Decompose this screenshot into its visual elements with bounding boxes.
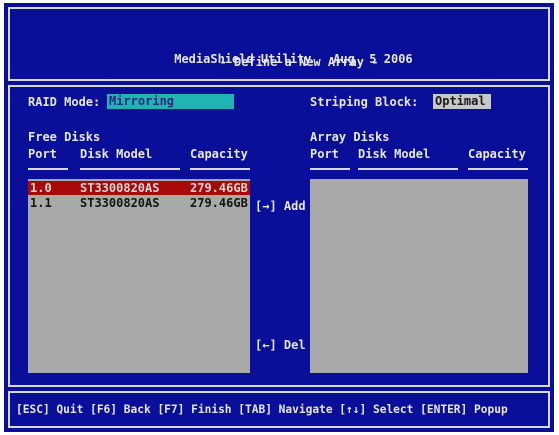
free-disk-row[interactable]: 1.0 ST3300820AS 279.46GB [28,181,250,195]
array-col-model: Disk Model [358,147,431,161]
bios-screen: MediaShield Utility Aug 5 2006 - Define … [4,3,554,432]
free-disks-list[interactable]: 1.0 ST3300820AS 279.46GB 1.1 ST3300820AS… [28,179,250,373]
free-col-capacity-underline [190,168,250,170]
raid-mode-label: RAID Mode: [28,95,101,109]
striping-block-select[interactable]: Optimal [433,94,491,109]
striping-block-label: Striping Block: [310,95,419,109]
array-disks-title: Array Disks [310,130,390,144]
footer-help: [ESC] Quit [F6] Back [F7] Finish [TAB] N… [16,403,508,416]
free-col-port: Port [28,147,57,161]
free-disk-row[interactable]: 1.1 ST3300820AS 279.46GB [28,196,250,210]
array-col-port-underline [310,168,350,170]
free-disk-capacity: 279.46GB [190,196,248,210]
free-col-model: Disk Model [80,147,153,161]
free-disks-title: Free Disks [28,130,101,144]
free-col-port-underline [28,168,68,170]
del-button[interactable]: [←] Del [255,338,306,352]
array-disks-list[interactable] [310,179,528,373]
raid-mode-select[interactable]: Mirroring [107,94,234,109]
array-col-capacity-underline [468,168,528,170]
free-disk-port: 1.1 [30,196,52,210]
header-subtitle: - Define a New Array - [219,55,379,69]
array-col-capacity: Capacity [468,147,526,161]
free-disk-model: ST3300820AS [80,196,160,210]
free-disk-capacity: 279.46GB [190,181,248,195]
free-col-capacity: Capacity [190,147,248,161]
add-button[interactable]: [→] Add [255,199,306,213]
free-disk-model: ST3300820AS [80,181,160,195]
free-disk-port: 1.0 [30,181,52,195]
free-col-model-underline [80,168,180,170]
array-col-port: Port [310,147,339,161]
array-col-model-underline [358,168,458,170]
